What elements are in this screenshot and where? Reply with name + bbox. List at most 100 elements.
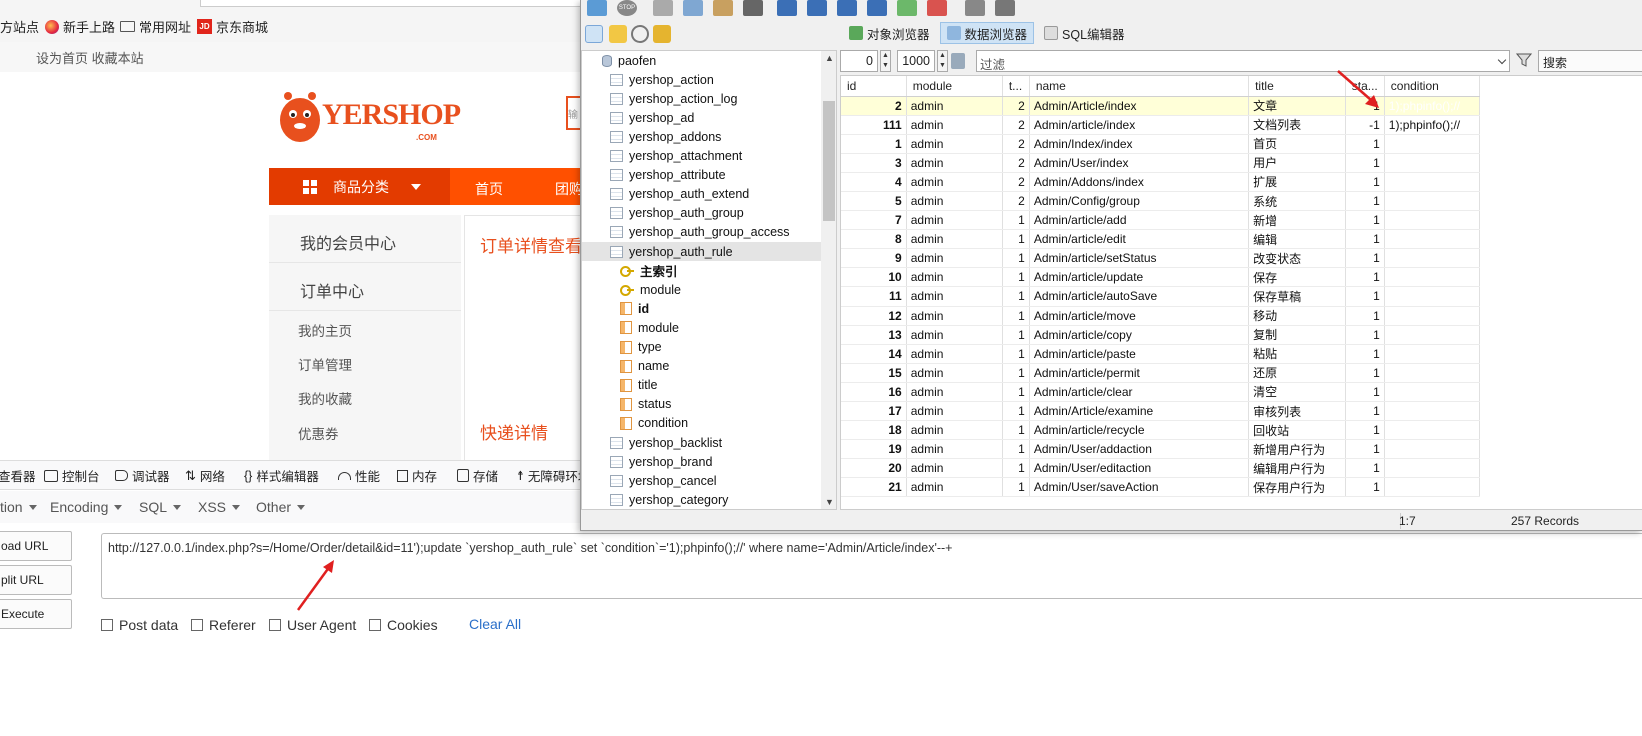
function-icon[interactable]: [653, 25, 671, 43]
table-cell[interactable]: 2: [1002, 134, 1030, 154]
tree-table[interactable]: yershop_attribute: [610, 166, 726, 185]
table-cell[interactable]: admin: [906, 458, 1003, 479]
table-cell[interactable]: 1: [1345, 382, 1385, 403]
table-cell[interactable]: 粘贴: [1248, 344, 1346, 364]
tab-data-browser[interactable]: 数据浏览器: [939, 22, 1035, 44]
table-cell[interactable]: 2: [1002, 191, 1030, 212]
table-cell[interactable]: admin: [906, 248, 1003, 269]
table-cell[interactable]: 12: [841, 306, 907, 326]
tab-object-browser[interactable]: 对象浏览器: [843, 22, 936, 44]
category-menu-button[interactable]: 商品分类: [269, 168, 450, 205]
table-cell[interactable]: 1: [1345, 325, 1385, 345]
table-cell[interactable]: 复制: [1248, 325, 1346, 345]
menu-other[interactable]: Other: [256, 499, 306, 515]
table-cell[interactable]: admin: [906, 267, 1003, 288]
table-cell[interactable]: [1384, 306, 1481, 326]
table-cell[interactable]: [1384, 382, 1481, 403]
tree-index[interactable]: module: [620, 280, 681, 299]
cancel-icon[interactable]: [995, 0, 1015, 16]
bookmark-item[interactable]: 方站点: [0, 17, 39, 36]
menu-xss[interactable]: XSS: [198, 499, 241, 515]
table-cell[interactable]: admin: [906, 401, 1003, 422]
table-cell[interactable]: 1: [1002, 344, 1030, 364]
limit-stepper[interactable]: ▲ ▼: [937, 50, 948, 72]
sidebar-link[interactable]: 订单管理: [298, 354, 352, 374]
table-cell[interactable]: 1: [1345, 401, 1385, 422]
table-cell[interactable]: 13: [841, 325, 907, 345]
table-row[interactable]: 20 admin 1 Admin/User/editaction 编辑用户行为 1: [841, 458, 1642, 479]
table-row[interactable]: 12 admin 1 Admin/article/move 移动 1: [841, 306, 1642, 326]
tab-debugger[interactable]: 调试器: [115, 466, 170, 485]
table-row[interactable]: 2admin2Admin/Article/index文章11);phpinfo(…: [841, 96, 1642, 116]
table-cell[interactable]: 7: [841, 210, 907, 231]
table-cell[interactable]: Admin/Addons/index: [1029, 172, 1250, 192]
table-cell[interactable]: Admin/Article/index: [1029, 96, 1250, 116]
table-cell[interactable]: [1384, 134, 1481, 154]
table-cell[interactable]: Admin/article/update: [1029, 267, 1250, 288]
next-icon[interactable]: [837, 0, 857, 16]
post-data-checkbox[interactable]: Post data: [101, 617, 178, 633]
table-cell[interactable]: 1: [1345, 229, 1385, 250]
table-cell[interactable]: 11: [841, 286, 907, 307]
clear-all-link[interactable]: Clear All: [469, 616, 521, 632]
table-cell[interactable]: Admin/article/permit: [1029, 363, 1250, 383]
table-cell[interactable]: [1384, 325, 1481, 345]
refresh-icon[interactable]: [587, 0, 607, 16]
table-cell[interactable]: 1: [1345, 306, 1385, 326]
table-cell[interactable]: 9: [841, 248, 907, 269]
tree-table[interactable]: yershop_brand: [610, 452, 712, 471]
table-cell[interactable]: 首页: [1248, 134, 1346, 154]
tree-table[interactable]: yershop_auth_extend: [610, 185, 749, 204]
table-cell[interactable]: 1: [1345, 420, 1385, 441]
limit-input[interactable]: 1000: [897, 50, 935, 72]
table-cell[interactable]: [1384, 458, 1481, 479]
site-logo[interactable]: YERSHOP .COM: [276, 88, 461, 148]
delete-icon[interactable]: [743, 0, 763, 16]
table-row[interactable]: 9 admin 1 Admin/article/setStatus 改变状态 1: [841, 248, 1642, 269]
scroll-thumb[interactable]: [823, 101, 835, 221]
table-cell[interactable]: admin: [906, 210, 1003, 231]
filter-input[interactable]: 过滤: [976, 50, 1510, 72]
tab-network[interactable]: ⇅ 网络: [185, 466, 225, 485]
table-cell[interactable]: [1384, 401, 1481, 422]
user-agent-checkbox[interactable]: User Agent: [269, 617, 356, 633]
table-cell[interactable]: 1: [1002, 267, 1030, 288]
table-cell[interactable]: 1: [1002, 286, 1030, 307]
table-cell[interactable]: admin: [906, 191, 1003, 212]
tree-index[interactable]: 主索引: [620, 261, 678, 280]
offset-input[interactable]: 0: [840, 50, 878, 72]
table-cell[interactable]: 1: [1345, 210, 1385, 231]
tree-table-selected[interactable]: yershop_auth_rule: [582, 242, 821, 261]
table-cell[interactable]: 1: [1345, 439, 1385, 460]
table-cell[interactable]: [1384, 439, 1481, 460]
table-cell[interactable]: 系统: [1248, 191, 1346, 212]
tree-column[interactable]: type: [620, 338, 662, 357]
table-cell[interactable]: admin: [906, 344, 1003, 364]
table-cell[interactable]: 1);phpinfo();//: [1384, 96, 1481, 116]
column-header[interactable]: name: [1029, 76, 1250, 97]
table-row[interactable]: 7 admin 1 Admin/article/add 新增 1: [841, 210, 1642, 231]
table-cell[interactable]: [1384, 248, 1481, 269]
bookmark-item[interactable]: JD 京东商城: [197, 17, 268, 36]
tree-column[interactable]: module: [620, 318, 679, 337]
table-cell[interactable]: admin: [906, 420, 1003, 441]
nav-groupbuy[interactable]: 团购: [555, 179, 583, 199]
copy-icon[interactable]: [683, 0, 703, 16]
column-header[interactable]: id: [841, 76, 907, 97]
bookmark-item[interactable]: 新手上路: [45, 17, 115, 36]
table-cell[interactable]: admin: [906, 286, 1003, 307]
table-cell[interactable]: 17: [841, 401, 907, 422]
tree-table[interactable]: yershop_auth_group_access: [610, 223, 790, 242]
tab-performance[interactable]: 性能: [338, 466, 380, 485]
tree-column[interactable]: id: [620, 299, 649, 318]
table-cell[interactable]: Admin/article/setStatus: [1029, 248, 1250, 269]
table-cell[interactable]: 1: [1002, 477, 1030, 498]
table-cell[interactable]: Admin/article/move: [1029, 306, 1250, 326]
table-cell[interactable]: admin: [906, 134, 1003, 154]
tree-scrollbar[interactable]: ▲ ▼: [821, 51, 836, 509]
table-cell[interactable]: Admin/article/recycle: [1029, 420, 1250, 441]
table-cell[interactable]: 1: [1345, 191, 1385, 212]
table-cell[interactable]: 1: [1345, 172, 1385, 192]
table-cell[interactable]: [1384, 229, 1481, 250]
table-cell[interactable]: admin: [906, 172, 1003, 192]
